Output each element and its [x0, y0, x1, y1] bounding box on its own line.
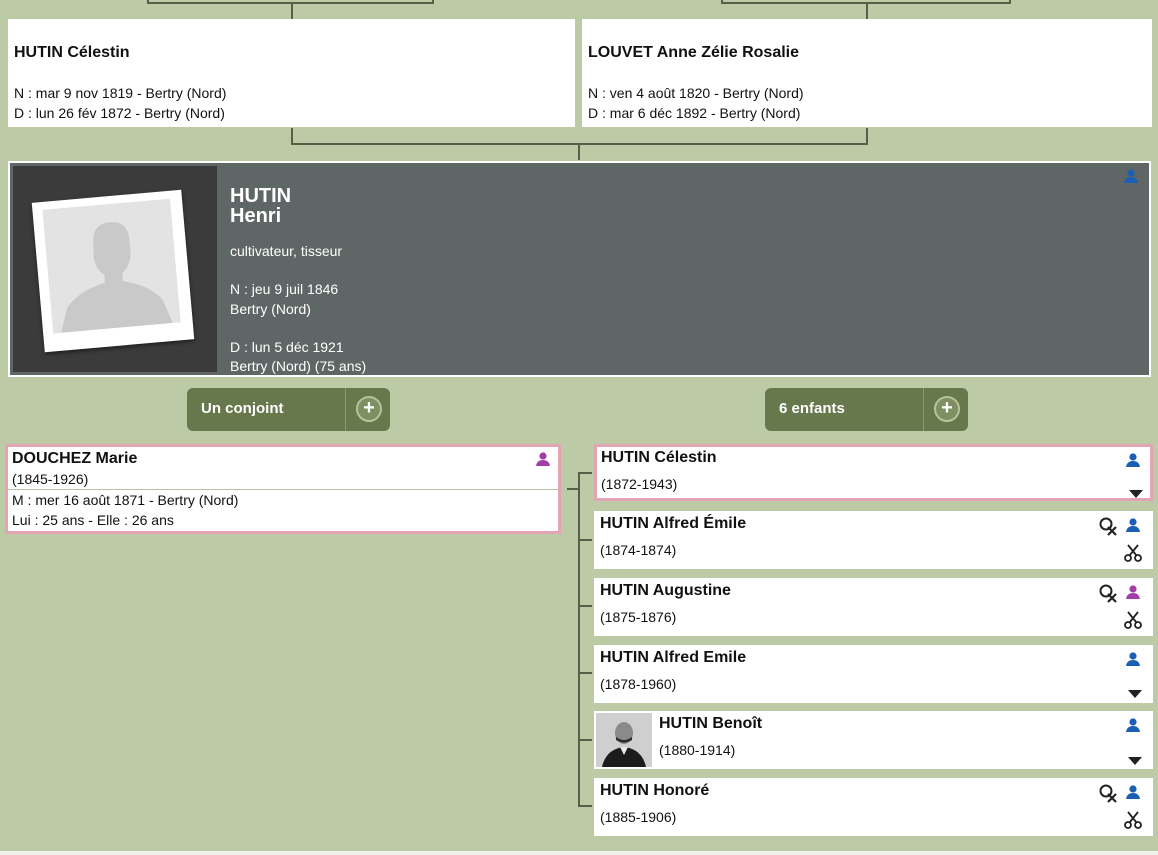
- children-bracket: [578, 539, 592, 541]
- father-birth: N : mar 9 nov 1819 - Bertry (Nord): [14, 85, 227, 101]
- spouse-marriage: M : mer 16 août 1871 - Bertry (Nord): [12, 492, 239, 508]
- mother-name: LOUVET Anne Zélie Rosalie: [588, 44, 800, 61]
- person-icon[interactable]: [1125, 784, 1141, 805]
- mother-card[interactable]: LOUVET Anne Zélie Rosalie N : ven 4 août…: [582, 19, 1152, 127]
- main-birth-date: N : jeu 9 juil 1846: [230, 281, 339, 297]
- add-spouse-button[interactable]: Un conjoint +: [187, 388, 390, 431]
- children-bracket: [578, 472, 580, 807]
- main-birth-place: Bertry (Nord): [230, 301, 311, 317]
- female-person-icon[interactable]: [535, 451, 551, 472]
- placeholder-silhouette: [42, 198, 181, 334]
- person-icon[interactable]: [1125, 651, 1141, 672]
- person-icon[interactable]: [1123, 168, 1139, 189]
- child-card-1[interactable]: HUTIN Célestin (1872-1943): [594, 444, 1153, 501]
- search-cross-icon[interactable]: [1098, 516, 1118, 541]
- main-occupation: cultivateur, tisseur: [230, 243, 343, 259]
- child-card-5[interactable]: HUTIN Benoît (1880-1914): [594, 711, 1153, 769]
- main-death-place: Bertry (Nord) (75 ans): [230, 358, 367, 374]
- spouse-name: DOUCHEZ Marie: [12, 450, 138, 467]
- spouse-divider: [8, 489, 558, 490]
- person-icon[interactable]: [1125, 452, 1141, 473]
- children-bracket: [578, 605, 592, 607]
- connector-line: [291, 2, 293, 19]
- child-years: (1885-1906): [600, 809, 677, 825]
- main-given-name: Henri: [230, 205, 282, 227]
- scissors-icon[interactable]: [1124, 811, 1142, 834]
- connector-line: [578, 143, 580, 160]
- child-years: (1872-1943): [601, 476, 678, 492]
- chevron-down-icon[interactable]: [1128, 752, 1142, 770]
- children-button-label: 6 enfants: [779, 400, 845, 417]
- child-years: (1874-1874): [600, 542, 677, 558]
- child-name: HUTIN Alfred Emile: [600, 649, 747, 666]
- photo-frame[interactable]: [31, 189, 195, 353]
- father-card[interactable]: HUTIN Célestin N : mar 9 nov 1819 - Bert…: [8, 19, 575, 127]
- button-divider: [923, 388, 924, 431]
- children-bracket: [578, 805, 592, 807]
- child-years: (1880-1914): [659, 742, 736, 758]
- person-icon[interactable]: [1125, 717, 1141, 738]
- child-card-2[interactable]: HUTIN Alfred Émile (1874-1874): [594, 511, 1153, 569]
- children-bracket: [578, 739, 592, 741]
- children-bracket: [578, 472, 592, 474]
- plus-icon[interactable]: +: [356, 396, 382, 422]
- plus-icon[interactable]: +: [934, 396, 960, 422]
- main-person-card[interactable]: HUTIN Henri cultivateur, tisseur N : jeu…: [8, 161, 1151, 377]
- scissors-icon[interactable]: [1124, 544, 1142, 567]
- children-bracket: [578, 672, 592, 674]
- page-bottom-strip: [0, 851, 1158, 855]
- child-name: HUTIN Alfred Émile: [600, 515, 747, 532]
- child-card-3[interactable]: HUTIN Augustine (1875-1876): [594, 578, 1153, 636]
- child-name: HUTIN Célestin: [601, 449, 717, 466]
- father-death: D : lun 26 fév 1872 - Bertry (Nord): [14, 105, 225, 121]
- search-cross-icon[interactable]: [1098, 583, 1118, 608]
- mother-birth: N : ven 4 août 1820 - Bertry (Nord): [588, 85, 804, 101]
- child-card-6[interactable]: HUTIN Honoré (1885-1906): [594, 778, 1153, 836]
- spouse-card[interactable]: DOUCHEZ Marie (1845-1926) M : mer 16 aoû…: [5, 444, 561, 534]
- child-name: HUTIN Honoré: [600, 782, 710, 799]
- search-cross-icon[interactable]: [1098, 783, 1118, 808]
- mother-death: D : mar 6 déc 1892 - Bertry (Nord): [588, 105, 801, 121]
- button-divider: [345, 388, 346, 431]
- chevron-down-icon[interactable]: [1128, 685, 1142, 703]
- spouse-ages: Lui : 25 ans - Elle : 26 ans: [12, 512, 174, 528]
- father-name: HUTIN Célestin: [14, 44, 130, 61]
- photo-area: [13, 166, 217, 372]
- spouse-years: (1845-1926): [12, 471, 89, 487]
- connector-line: [866, 2, 868, 19]
- child-name: HUTIN Augustine: [600, 582, 731, 599]
- child-years: (1878-1960): [600, 676, 677, 692]
- female-person-icon[interactable]: [1125, 584, 1141, 605]
- person-icon[interactable]: [1125, 517, 1141, 538]
- child-card-4[interactable]: HUTIN Alfred Emile (1878-1960): [594, 645, 1153, 703]
- main-death-date: D : lun 5 déc 1921: [230, 339, 344, 355]
- child-years: (1875-1876): [600, 609, 677, 625]
- spouse-button-label: Un conjoint: [201, 400, 284, 417]
- scissors-icon[interactable]: [1124, 611, 1142, 634]
- add-child-button[interactable]: 6 enfants +: [765, 388, 968, 431]
- child-name: HUTIN Benoît: [659, 715, 763, 732]
- child-photo[interactable]: [596, 713, 652, 767]
- chevron-down-icon[interactable]: [1129, 485, 1143, 503]
